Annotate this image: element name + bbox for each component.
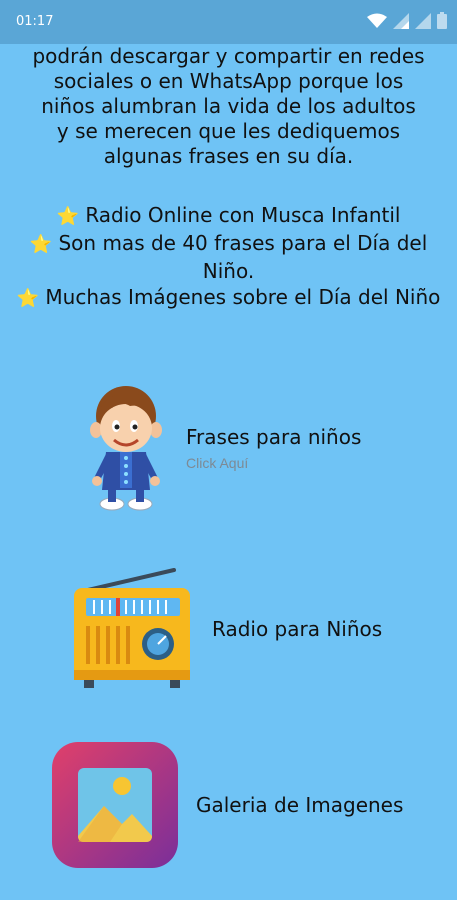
wifi-icon [367,13,387,28]
feature-text: Radio Online con Musca Infantil [85,203,401,227]
feature-text: Son mas de 40 frases para el Día del Niñ… [58,231,428,283]
intro-line: niños alumbran la vida de los adultos [41,94,416,118]
status-bar: 01:17 [0,0,457,44]
feature-item: ⭐ Radio Online con Musca Infantil [14,202,443,230]
intro-line: algunas frases en su día. [103,144,354,168]
radio-label: Radio para Niños [212,617,383,641]
intro-line: podrán descargar y compartir en redes [32,44,425,68]
feature-item: ⭐ Son mas de 40 frases para el Día del N… [14,230,443,284]
star-icon: ⭐ [16,288,40,309]
frases-menu-item[interactable]: Frases para niños Click Aquí [90,382,361,514]
intro-line: sociales o en WhatsApp porque los [53,69,404,93]
star-icon: ⭐ [56,206,79,227]
frases-sublabel: Click Aquí [186,455,249,471]
intro-line: y se merecen que les dediquemos [56,119,401,143]
kid-icon [90,386,162,511]
feature-item: ⭐ Muchas Imágenes sobre el Día del Niño [14,284,443,312]
status-time: 01:17 [16,14,54,29]
galeria-label: Galeria de Imagenes [196,793,404,817]
status-icons [367,12,447,29]
feature-list: ⭐ Radio Online con Musca Infantil ⭐ Son … [14,202,443,312]
star-icon: ⭐ [29,234,53,255]
frases-label: Frases para niños [186,425,362,449]
intro-text: podrán descargar y compartir en redes so… [14,44,443,169]
feature-text: Muchas Imágenes sobre el Día del Niño [45,285,441,309]
battery-icon [437,12,447,29]
radio-icon [74,568,190,688]
radio-menu-item[interactable]: Radio para Niños [70,566,382,692]
gallery-icon [52,742,178,868]
galeria-menu-item[interactable]: Galeria de Imagenes [50,740,403,870]
signal-icon [393,13,409,29]
signal-2-icon [415,13,431,29]
